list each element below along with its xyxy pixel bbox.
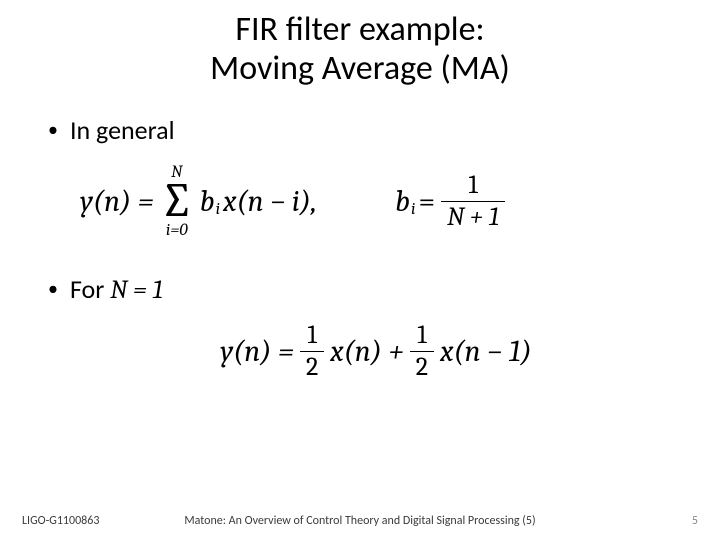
equation-general: y(n) = N ∑ i=0 bi x(n − i), bi = 1 N + 1 [80, 164, 672, 239]
footer-center: Matone: An Overview of Control Theory an… [0, 514, 720, 528]
rhs-b-sub: i [411, 200, 415, 219]
bullet-text: In general [70, 114, 175, 146]
eq2-xn: x(n) + [330, 334, 404, 369]
summation-icon: N ∑ i=0 [160, 164, 194, 239]
bullet-dot-icon: • [48, 114, 58, 146]
half1-den: 2 [300, 354, 324, 381]
half2-num: 1 [411, 322, 432, 349]
term-xni: x(n − i), [223, 184, 317, 219]
eq-lhs: y(n) = N ∑ i=0 bi x(n − i), [80, 164, 317, 239]
frac-num: 1 [462, 172, 483, 199]
bullet-text-2: For N = 1 [70, 273, 163, 306]
coef-b-sub: i [216, 200, 220, 219]
eq2-lhs: y(n) = [220, 334, 294, 369]
sigma-icon: ∑ [160, 181, 194, 222]
slide-title: FIR filter example: Moving Average (MA) [0, 0, 720, 88]
equation-n1: y(n) = 1 2 x(n) + 1 2 x(n − 1) [80, 322, 672, 382]
rhs-b: b [395, 184, 410, 219]
eq2-xn1: x(n − 1) [440, 334, 532, 369]
slide-body: • In general y(n) = N ∑ i=0 bi x(n − i),… [0, 88, 720, 381]
frac-den: N + 1 [441, 204, 505, 231]
half2-den: 2 [410, 354, 434, 381]
eq-rhs: bi = 1 N + 1 [395, 172, 511, 232]
bullet-in-general: • In general [48, 114, 672, 146]
bullet-dot-icon: • [48, 273, 58, 305]
fraction-half-1: 1 2 [300, 322, 324, 382]
for-math: N = 1 [110, 275, 163, 305]
fraction-half-2: 1 2 [410, 322, 434, 382]
coef-b: b [200, 184, 215, 219]
footer-page-number: 5 [692, 514, 698, 528]
eq-yn: y(n) = [80, 184, 154, 219]
title-line-1: FIR filter example: [235, 9, 484, 50]
slide: FIR filter example: Moving Average (MA) … [0, 0, 720, 540]
half1-num: 1 [301, 322, 322, 349]
sum-lower: i=0 [166, 222, 188, 239]
bullet-for-n1: • For N = 1 [48, 273, 672, 306]
title-line-2: Moving Average (MA) [210, 48, 510, 89]
rhs-equals: = [418, 184, 435, 219]
fraction-1-over-nplus1: 1 N + 1 [441, 172, 505, 232]
for-prefix: For [70, 273, 110, 305]
